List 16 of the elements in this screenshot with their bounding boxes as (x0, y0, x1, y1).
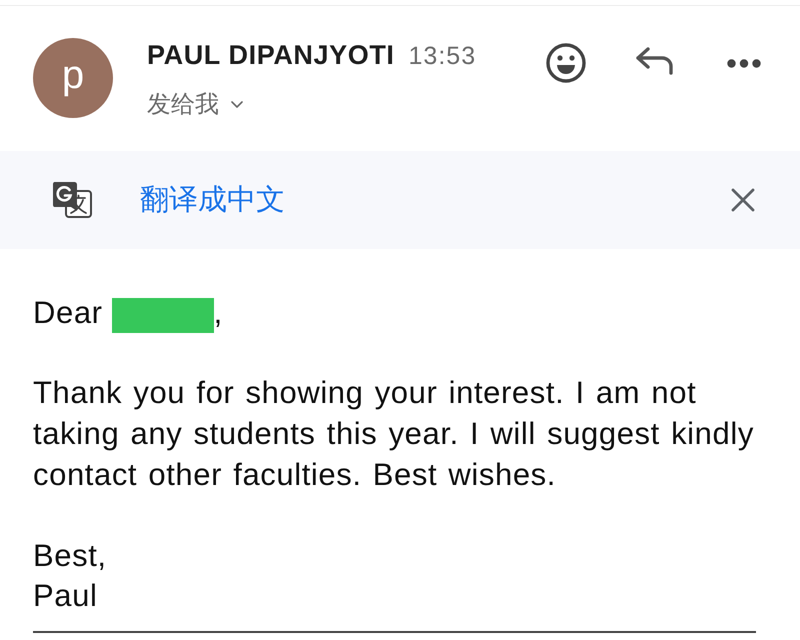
translate-icon (52, 181, 93, 219)
greeting-text: Dear (33, 294, 103, 332)
avatar-initial: p (62, 55, 84, 95)
emoji-reaction-icon[interactable] (546, 43, 586, 83)
recipient-toggle[interactable]: 发给我 (147, 88, 243, 120)
more-options-icon[interactable] (727, 58, 761, 68)
message-time: 13:53 (408, 42, 476, 71)
close-icon[interactable] (731, 188, 755, 212)
sender-name: PAUL DIPANJYOTI (147, 40, 395, 71)
signature: Paul (33, 577, 98, 615)
caret-icon (231, 100, 243, 108)
translate-link[interactable]: 翻译成中文 (140, 180, 285, 220)
greeting-comma: , (214, 294, 223, 332)
reply-icon[interactable] (636, 47, 674, 75)
message-paragraph: Thank you for showing your interest. I am not taking any students this year. I will suggest kindly contact other faculties. Best wishes. (33, 374, 755, 494)
sign-off: Best, (33, 537, 107, 575)
